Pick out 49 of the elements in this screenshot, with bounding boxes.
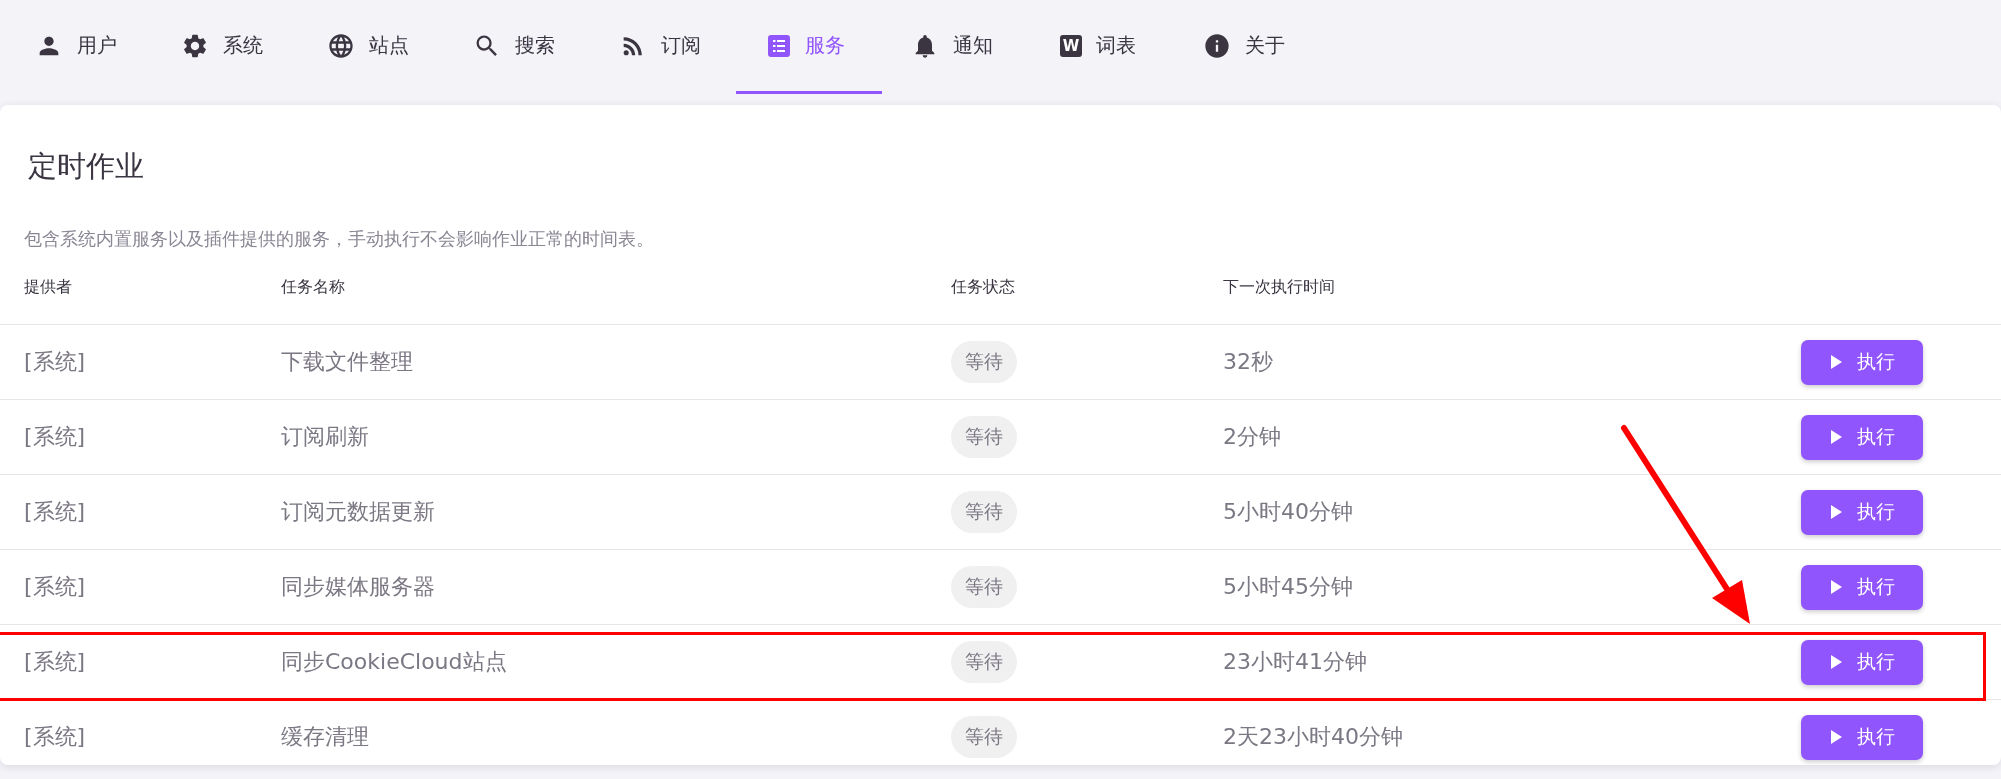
table-cell-text: 缓存清理 (281, 723, 369, 751)
status-chip: 等待 (951, 416, 1017, 458)
tab[interactable]: W 词表 (1028, 0, 1174, 94)
run-button[interactable]: 执行 (1801, 564, 1923, 610)
run-button[interactable]: 执行 (1801, 639, 1923, 685)
status-chip: 等待 (951, 341, 1017, 383)
table-cell-text: 同步媒体服务器 (281, 573, 435, 601)
run-button[interactable]: 执行 (1801, 489, 1923, 535)
tab[interactable]: 搜索 (444, 0, 590, 94)
tab[interactable]: 用户 (6, 0, 152, 94)
tab[interactable]: 系统 (152, 0, 298, 94)
column-header: 提供者 (24, 277, 72, 298)
status-chip: 等待 (951, 491, 1017, 533)
tab[interactable]: 关于 (1174, 0, 1320, 94)
tab[interactable]: 订阅 (590, 0, 736, 94)
column-header: 任务状态 (951, 277, 1015, 298)
run-button[interactable]: 执行 (1801, 714, 1923, 760)
tab[interactable]: 站点 (298, 0, 444, 94)
card-title: 定时作业 (27, 148, 145, 185)
tab[interactable]: 服务 (736, 0, 882, 94)
table-cell-text: [系统] (24, 723, 86, 751)
table-cell-text: [系统] (24, 348, 86, 376)
status-chip: 等待 (951, 716, 1017, 758)
card-description: 包含系统内置服务以及插件提供的服务，手动执行不会影响作业正常的时间表。 (23, 227, 655, 251)
table-cell-text: 23小时41分钟 (1223, 648, 1367, 676)
table-cell-text: 订阅刷新 (281, 423, 369, 451)
table-cell-text: 订阅元数据更新 (281, 498, 435, 526)
table-cell-text: 32秒 (1223, 348, 1273, 376)
table-cell-text: [系统] (24, 423, 86, 451)
table-cell-text: 5小时40分钟 (1223, 498, 1353, 526)
table-cell-text: 下载文件整理 (281, 348, 413, 376)
table-cell-text: 同步CookieCloud站点 (281, 648, 507, 676)
column-header: 任务名称 (281, 277, 345, 298)
globe-icon (327, 31, 355, 60)
table-cell-text: 5小时45分钟 (1223, 573, 1353, 601)
run-button[interactable]: 执行 (1801, 414, 1923, 460)
table-cell-text: 2天23小时40分钟 (1223, 723, 1403, 751)
table-cell-text: 2分钟 (1223, 423, 1281, 451)
table-cell-text: [系统] (24, 498, 86, 526)
word-icon: W (1060, 34, 1082, 57)
info-icon (1203, 31, 1231, 60)
status-chip: 等待 (951, 641, 1017, 683)
table-cell-text: [系统] (24, 573, 86, 601)
tab[interactable]: 通知 (882, 0, 1028, 94)
status-chip: 等待 (951, 566, 1017, 608)
table-cell-text: [系统] (24, 648, 86, 676)
column-header: 下一次执行时间 (1223, 277, 1335, 298)
list-icon (767, 33, 791, 58)
run-button[interactable]: 执行 (1801, 339, 1923, 385)
